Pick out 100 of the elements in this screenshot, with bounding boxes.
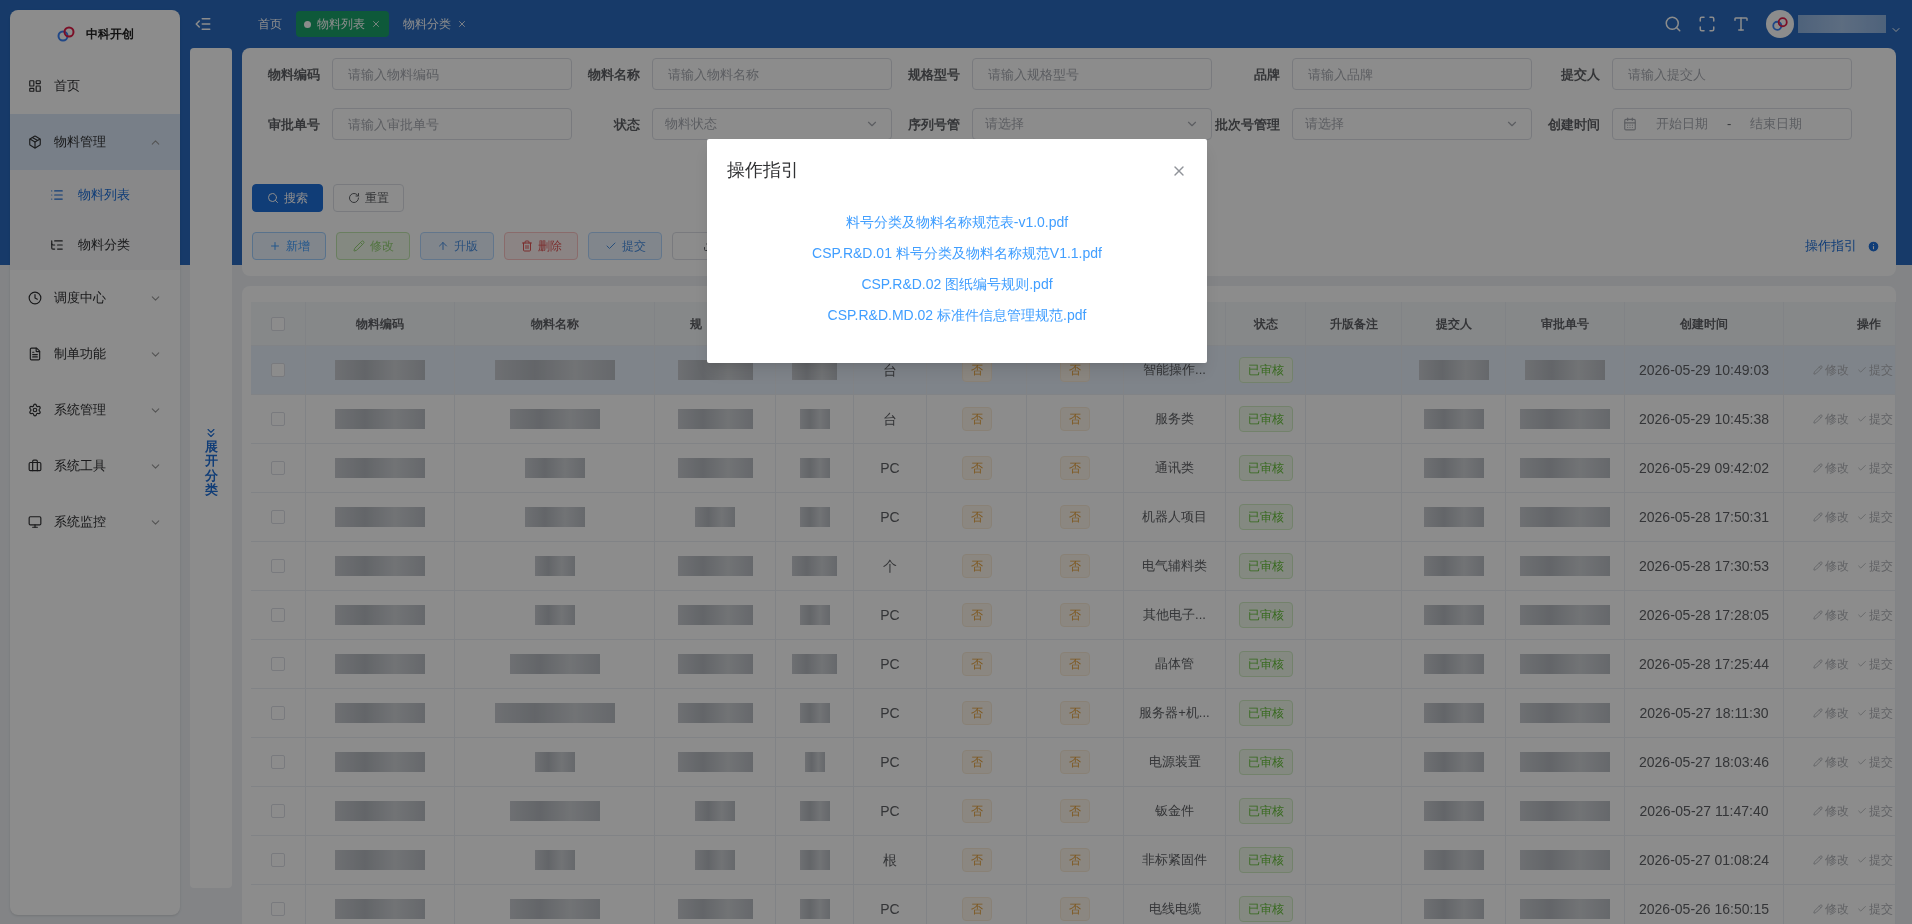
close-icon[interactable] [371, 19, 381, 29]
document-link[interactable]: CSP.R&D.MD.02 标准件信息管理规范.pdf [827, 305, 1087, 326]
status-tag: 已审核 [1238, 357, 1293, 383]
pencil-icon [1813, 855, 1823, 865]
pencil-icon [352, 240, 365, 252]
refresh-icon [348, 192, 360, 204]
dashboard-icon [28, 79, 42, 93]
table-cell-text: 晶体管 [1155, 655, 1194, 674]
sidebar-item[interactable]: 系统管理 [10, 382, 180, 438]
table-cell-text: 2026-05-27 18:11:30 [1639, 703, 1769, 723]
check-icon [1857, 610, 1867, 620]
table-cell-text: 其他电子... [1143, 606, 1206, 625]
menu-fold-icon[interactable] [194, 15, 212, 33]
status-tag: 已审核 [1238, 798, 1293, 824]
table-cell-text: PC [880, 899, 900, 919]
document-link[interactable]: CSP.R&D.01 料号分类及物料名称规范V1.1.pdf [812, 243, 1102, 264]
brand-name: 中科开创 [86, 26, 134, 43]
tag: 否 [1060, 799, 1090, 823]
submit-button[interactable]: 提交 [588, 232, 662, 260]
table-cell-text: 2026-05-29 09:42:02 [1639, 458, 1769, 478]
page-tab[interactable]: 首页 [250, 11, 290, 37]
pencil-icon [1813, 904, 1823, 914]
gear-icon [28, 403, 42, 417]
check-icon [1857, 365, 1867, 375]
tag: 否 [1060, 897, 1090, 921]
sidebar-item[interactable]: 系统监控 [10, 494, 180, 550]
tag: 否 [1060, 554, 1090, 578]
upgrade-button[interactable]: 升版 [420, 232, 494, 260]
blurred-text [799, 507, 830, 527]
tree-icon [50, 238, 64, 252]
check-icon [1857, 561, 1867, 571]
check-icon [1857, 806, 1867, 816]
blurred-text [1423, 556, 1484, 576]
table-cell-text: PC [880, 801, 900, 821]
status-tag: 已审核 [1238, 847, 1293, 873]
sidebar-item[interactable]: 物料管理 [10, 114, 180, 170]
pencil-icon [1813, 512, 1823, 522]
edit-button[interactable]: 修改 [336, 232, 410, 260]
tag: 否 [961, 701, 992, 725]
check-icon [1857, 855, 1867, 865]
table-cell-text: 台 [883, 409, 897, 429]
blurred-text [792, 654, 837, 674]
tag: 否 [961, 603, 992, 627]
category-toggle[interactable]: 展开分类 [190, 48, 232, 888]
pencil-icon [1813, 561, 1823, 571]
font-size-icon[interactable] [1732, 15, 1750, 33]
search-button[interactable]: 搜索 [252, 184, 323, 212]
sidebar-item[interactable]: 系统工具 [10, 438, 180, 494]
table-cell-text: 通讯类 [1155, 459, 1194, 478]
tag: 否 [1060, 505, 1090, 529]
blurred-text [695, 850, 735, 870]
reset-button[interactable]: 重置 [333, 184, 404, 212]
table-cell-text: 电线电缆 [1148, 900, 1201, 919]
filter-label: 批次号管理 [1214, 116, 1280, 134]
check-icon [1857, 904, 1867, 914]
page-tab[interactable]: 物料分类 [395, 11, 475, 37]
add-button[interactable]: 新增 [252, 232, 326, 260]
search-icon[interactable] [1664, 15, 1682, 33]
close-icon[interactable] [457, 19, 467, 29]
sidebar-item[interactable]: 调度中心 [10, 270, 180, 326]
blurred-text [792, 556, 837, 576]
blurred-text [799, 899, 830, 919]
status-tag: 已审核 [1238, 553, 1293, 579]
pencil-icon [1813, 463, 1823, 473]
sidebar-item[interactable]: 制单功能 [10, 326, 180, 382]
table-cell-text: 2026-05-28 17:28:05 [1639, 605, 1769, 625]
column-header: 升版备注 [1329, 315, 1378, 333]
filter-label: 状态 [612, 116, 640, 134]
submenu-item[interactable]: 物料分类 [10, 220, 180, 270]
table-cell-text: 2026-05-28 17:25:44 [1639, 654, 1769, 674]
column-header: 审批单号 [1541, 315, 1589, 333]
document-link[interactable]: CSP.R&D.02 图纸编号规则.pdf [861, 274, 1053, 295]
avatar[interactable] [1766, 10, 1794, 38]
status-tag: 已审核 [1238, 700, 1293, 726]
logo-icon [56, 24, 76, 44]
fullscreen-icon[interactable] [1698, 15, 1716, 33]
filter-label: 物料编码 [267, 66, 320, 84]
tag: 否 [961, 750, 992, 774]
blurred-text [1423, 507, 1484, 527]
table-cell-text: 2026-05-27 11:47:40 [1639, 801, 1769, 821]
document-link[interactable]: 料号分类及物料名称规范表-v1.0.pdf [845, 212, 1069, 233]
filter-label: 审批单号 [267, 116, 320, 134]
submenu-item[interactable]: 物料列表 [10, 170, 180, 220]
status-tag: 已审核 [1238, 406, 1293, 432]
delete-button[interactable]: 删除 [504, 232, 578, 260]
table-cell-text: PC [880, 654, 900, 674]
guide-link[interactable]: 操作指引 [1805, 236, 1857, 256]
filter-label: 物料名称 [587, 66, 640, 84]
check-icon [1857, 708, 1867, 718]
blurred-text [524, 458, 585, 478]
monitor-icon [28, 515, 42, 529]
sidebar-item[interactable]: 首页 [10, 58, 180, 114]
blurred-text [534, 556, 575, 576]
check-icon [1857, 512, 1867, 522]
table-cell-text: 钣金件 [1155, 802, 1194, 821]
page-tab[interactable]: 物料列表 [296, 11, 389, 37]
blurred-text [1423, 654, 1484, 674]
blurred-text [1423, 850, 1484, 870]
table-cell-text: 2026-05-26 16:50:15 [1639, 899, 1769, 919]
table-cell-text: 2026-05-27 01:08:24 [1639, 850, 1769, 870]
